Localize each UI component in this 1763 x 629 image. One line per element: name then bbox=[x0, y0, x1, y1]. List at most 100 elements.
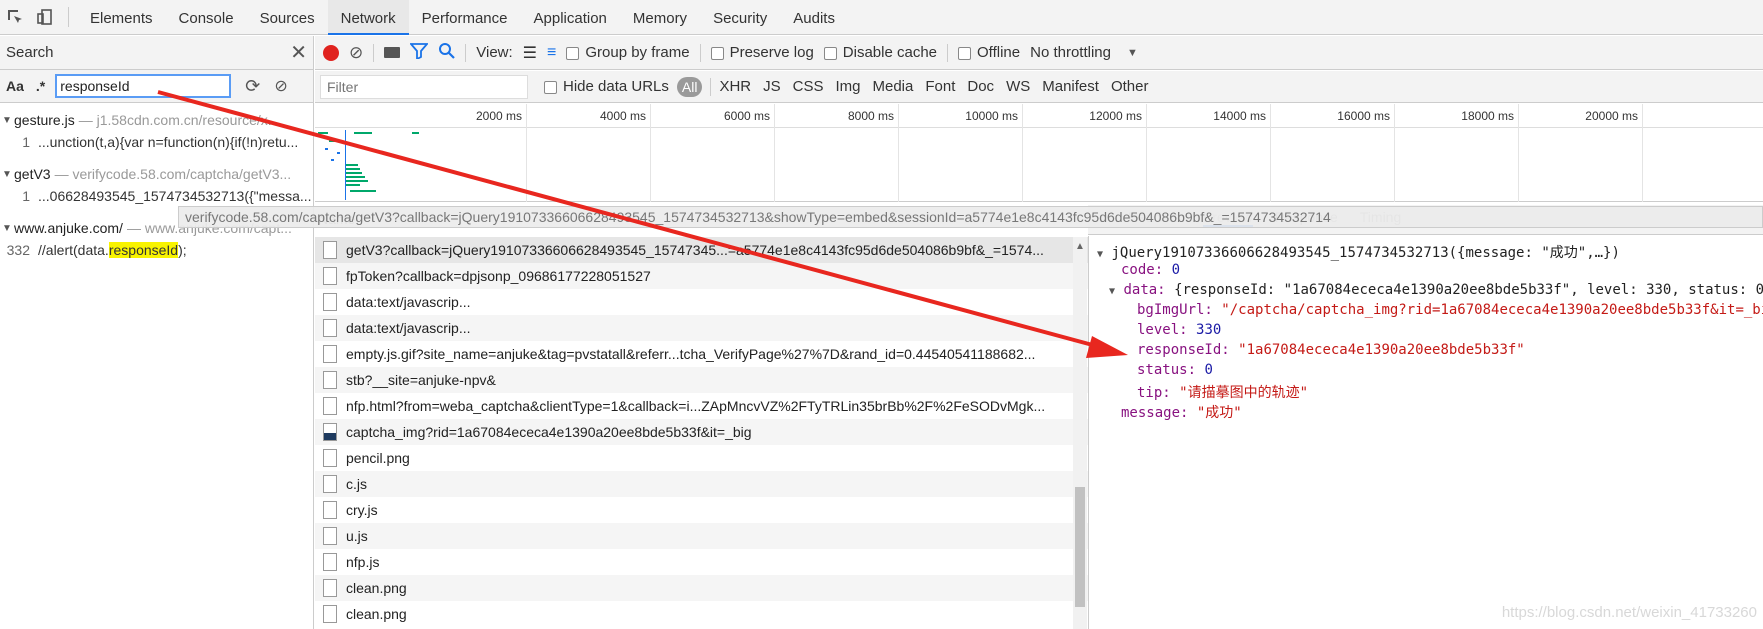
json-key: code: bbox=[1121, 262, 1164, 278]
offline-option[interactable]: Offline bbox=[958, 44, 1020, 61]
search-input[interactable] bbox=[55, 74, 232, 98]
disable-cache-option[interactable]: Disable cache bbox=[823, 44, 937, 61]
image-file-icon bbox=[323, 423, 337, 441]
filter-input[interactable] bbox=[320, 74, 528, 99]
search-result-line[interactable]: 1 ...unction(t,a){var n=function(n){if(!n… bbox=[0, 131, 313, 153]
json-message-row: message: "成功" bbox=[1097, 402, 1755, 422]
type-filter-ws[interactable]: WS bbox=[1006, 78, 1030, 95]
request-row[interactable]: clean.png bbox=[315, 575, 1088, 601]
request-row[interactable]: getV3?callback=jQuery1910733660662849354… bbox=[315, 237, 1088, 263]
checkbox[interactable] bbox=[544, 80, 557, 94]
filter-icon[interactable] bbox=[409, 42, 430, 63]
json-data-row[interactable]: ▼ data: {responseId: "1a67084ececa4e1390… bbox=[1097, 282, 1763, 302]
close-icon[interactable]: ✕ bbox=[290, 40, 307, 65]
timeline-tick-label: 18000 ms bbox=[1461, 109, 1514, 123]
request-list-scrollbar[interactable] bbox=[1073, 237, 1087, 629]
request-row[interactable]: pencil.png bbox=[315, 445, 1088, 471]
tab-network[interactable]: Network bbox=[327, 0, 409, 35]
tab-elements[interactable]: Elements bbox=[77, 0, 166, 35]
chevron-down-icon[interactable]: ▼ bbox=[1127, 47, 1138, 59]
clear-icon[interactable]: ⊘ bbox=[274, 76, 287, 96]
preserve-log-label: Preserve log bbox=[729, 44, 814, 61]
expand-triangle-icon[interactable]: ▼ bbox=[1109, 286, 1115, 297]
tab-application[interactable]: Application bbox=[521, 0, 620, 35]
request-row[interactable]: c.js bbox=[315, 471, 1088, 497]
type-filter-css[interactable]: CSS bbox=[793, 78, 824, 95]
match-case-toggle[interactable]: Aa bbox=[4, 78, 26, 94]
tab-performance[interactable]: Performance bbox=[409, 0, 521, 35]
throttling-select[interactable]: No throttling bbox=[1030, 44, 1111, 61]
search-panel: Search ✕ Aa .* ⟳ ⊘ ▼gesture.js— j1.58cdn… bbox=[0, 36, 314, 629]
request-row[interactable]: clean.png bbox=[315, 601, 1088, 627]
hide-data-urls-label: Hide data URLs bbox=[563, 78, 669, 95]
toolbar-divider bbox=[710, 77, 712, 96]
request-row[interactable]: data:text/javascrip... bbox=[315, 289, 1088, 315]
match-prefix: //alert(data. bbox=[38, 242, 109, 258]
search-result-line[interactable]: 1 ...06628493545_1574734532713({"messa... bbox=[0, 185, 313, 207]
view-label: View: bbox=[476, 44, 513, 61]
document-file-icon bbox=[323, 371, 337, 389]
preserve-log-option[interactable]: Preserve log bbox=[710, 44, 814, 61]
type-filter-img[interactable]: Img bbox=[835, 78, 860, 95]
request-row[interactable]: captcha_img?rid=1a67084ececa4e1390a20ee8… bbox=[315, 419, 1088, 445]
type-filter-manifest[interactable]: Manifest bbox=[1042, 78, 1099, 95]
search-result-file[interactable]: ▼ gesture.js — j1.58cdn.com.cn/resource/x.… bbox=[0, 109, 313, 131]
hide-data-urls-option[interactable]: Hide data URLs bbox=[544, 78, 669, 95]
type-filter-js[interactable]: JS bbox=[763, 78, 781, 95]
checkbox[interactable] bbox=[566, 46, 580, 60]
request-name: clean.png bbox=[346, 606, 407, 622]
request-row[interactable]: data:text/javascrip... bbox=[315, 315, 1088, 341]
json-value: 0 bbox=[1171, 262, 1181, 278]
scrollbar-thumb[interactable] bbox=[1075, 487, 1085, 607]
request-row[interactable]: empty.js.gif?site_name=anjuke&tag=pvstat… bbox=[315, 341, 1088, 367]
checkbox[interactable] bbox=[710, 46, 724, 60]
request-row[interactable]: stb?__site=anjuke-npv& bbox=[315, 367, 1088, 393]
search-result-file[interactable]: ▼ getV3— verifycode.58.com/captcha/getV3.… bbox=[0, 163, 313, 185]
request-row[interactable]: u.js bbox=[315, 523, 1088, 549]
checkbox[interactable] bbox=[958, 46, 972, 60]
device-toolbar-icon[interactable] bbox=[30, 0, 60, 34]
tab-memory[interactable]: Memory bbox=[620, 0, 700, 35]
clear-log-icon[interactable]: ⊘ bbox=[349, 43, 363, 63]
tab-audits[interactable]: Audits bbox=[780, 0, 848, 35]
tab-sources[interactable]: Sources bbox=[247, 0, 328, 35]
json-code-row: code: 0 bbox=[1097, 262, 1755, 282]
document-file-icon bbox=[323, 501, 337, 519]
timeline-gridline bbox=[774, 104, 775, 202]
scroll-up-icon[interactable]: ▲ bbox=[1075, 241, 1085, 252]
type-filter-doc[interactable]: Doc bbox=[967, 78, 994, 95]
type-filter-font[interactable]: Font bbox=[925, 78, 955, 95]
type-filter-media[interactable]: Media bbox=[873, 78, 914, 95]
expand-triangle-icon[interactable]: ▼ bbox=[2, 223, 14, 234]
request-row[interactable]: nfp.html?from=weba_captcha&clientType=1&… bbox=[315, 393, 1088, 419]
record-icon[interactable] bbox=[323, 44, 339, 61]
result-file-name: www.anjuke.com/ bbox=[14, 220, 123, 236]
inspect-element-icon[interactable] bbox=[0, 0, 30, 34]
type-filter-xhr[interactable]: XHR bbox=[719, 78, 751, 95]
screenshot-icon[interactable] bbox=[384, 47, 401, 58]
search-result-line[interactable]: 332 //alert(data. responseId); bbox=[0, 239, 313, 261]
filter-all-button[interactable]: All bbox=[676, 76, 703, 97]
request-row[interactable]: cry.js bbox=[315, 497, 1088, 523]
expand-triangle-icon[interactable]: ▼ bbox=[1097, 249, 1103, 260]
toolbar-divider bbox=[947, 43, 949, 62]
json-value: "/captcha/captcha_img?rid=1a67084ececa4e… bbox=[1221, 302, 1763, 318]
refresh-icon[interactable]: ⟳ bbox=[245, 76, 260, 97]
group-by-frame-option[interactable]: Group by frame bbox=[566, 44, 690, 61]
search-icon[interactable] bbox=[438, 42, 456, 63]
search-result-group: ▼ getV3— verifycode.58.com/captcha/getV3.… bbox=[0, 159, 313, 213]
tab-security[interactable]: Security bbox=[700, 0, 780, 35]
request-name: nfp.html?from=weba_captcha&clientType=1&… bbox=[346, 398, 1046, 414]
json-root[interactable]: ▼ jQuery19107336606628493545_15747345327… bbox=[1097, 242, 1755, 262]
expand-triangle-icon[interactable]: ▼ bbox=[2, 115, 14, 126]
tab-console[interactable]: Console bbox=[166, 0, 247, 35]
expand-triangle-icon[interactable]: ▼ bbox=[2, 169, 14, 180]
type-filter-other[interactable]: Other bbox=[1111, 78, 1149, 95]
waterfall-icon[interactable]: ≡ bbox=[547, 44, 556, 62]
request-row[interactable]: nfp.js bbox=[315, 549, 1088, 575]
request-row[interactable]: fpToken?callback=dpjsonp_096861772280515… bbox=[315, 263, 1088, 289]
request-name: pencil.png bbox=[346, 450, 410, 466]
checkbox[interactable] bbox=[823, 46, 837, 60]
large-rows-icon[interactable]: ☰ bbox=[523, 43, 537, 63]
regex-toggle[interactable]: .* bbox=[34, 78, 47, 94]
